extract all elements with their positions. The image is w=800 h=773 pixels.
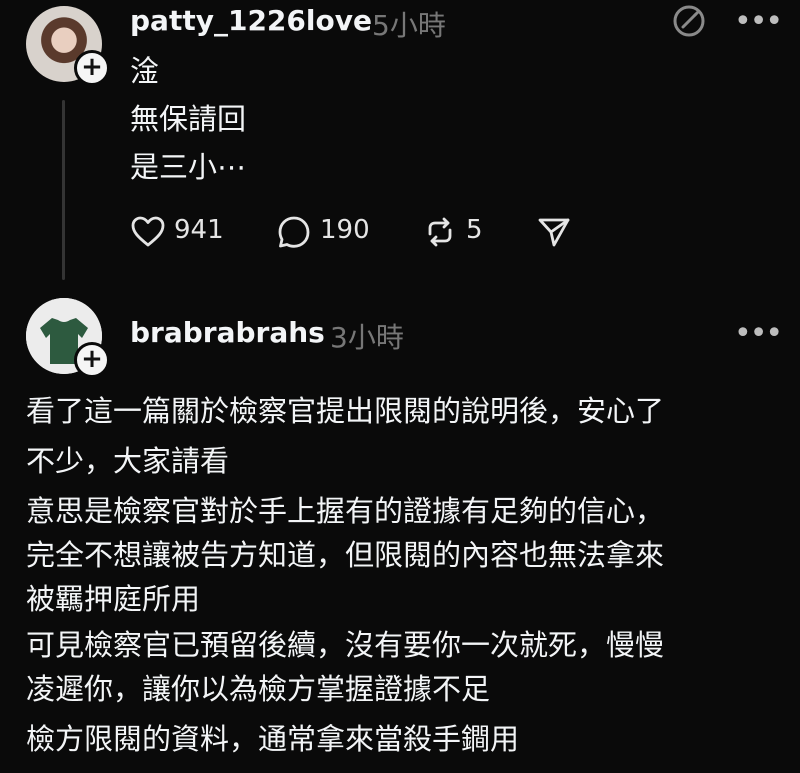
post-line: 可見檢察官已預留後續，沒有要你一次就死，慢慢 [26,628,665,662]
post-line: 完全不想讓被告方知道，但限閱的內容也無法拿來 [26,538,665,572]
like-count: 941 [174,215,224,245]
repost-count: 5 [466,215,483,245]
username[interactable]: patty_1226love [130,4,372,37]
post-line: 不少，大家請看 [26,444,230,478]
comment-icon[interactable] [276,214,312,250]
more-options-icon[interactable]: ••• [734,4,783,39]
comment-count: 190 [320,215,370,245]
post-line: 檢方限閱的資料，通常拿來當殺手鐧用 [26,722,520,756]
post-line: 被羈押庭所用 [26,582,201,616]
post-line: 是三小⋯ [130,150,247,184]
username[interactable]: brabrabrahs [130,316,325,349]
post-line: 淦 [130,54,160,88]
edit-icon[interactable] [672,4,706,38]
thread-line [62,100,65,280]
like-icon[interactable] [130,214,166,250]
post-line: 看了這一篇關於檢察官提出限閱的說明後，安心了 [26,394,665,428]
post-line: 意思是檢察官對於手上握有的證據有足夠的信心， [26,494,665,528]
post-line: 無保請回 [130,102,247,136]
post-line: 凌遲你，讓你以為檢方掌握證據不足 [26,672,491,706]
timestamp: 5小時 [372,9,446,42]
more-options-icon[interactable]: ••• [734,316,783,351]
repost-icon[interactable] [422,214,458,250]
share-icon[interactable] [536,214,572,250]
follow-plus-icon[interactable]: + [74,50,110,86]
follow-plus-icon[interactable]: + [74,342,110,378]
timestamp: 3小時 [330,321,404,354]
